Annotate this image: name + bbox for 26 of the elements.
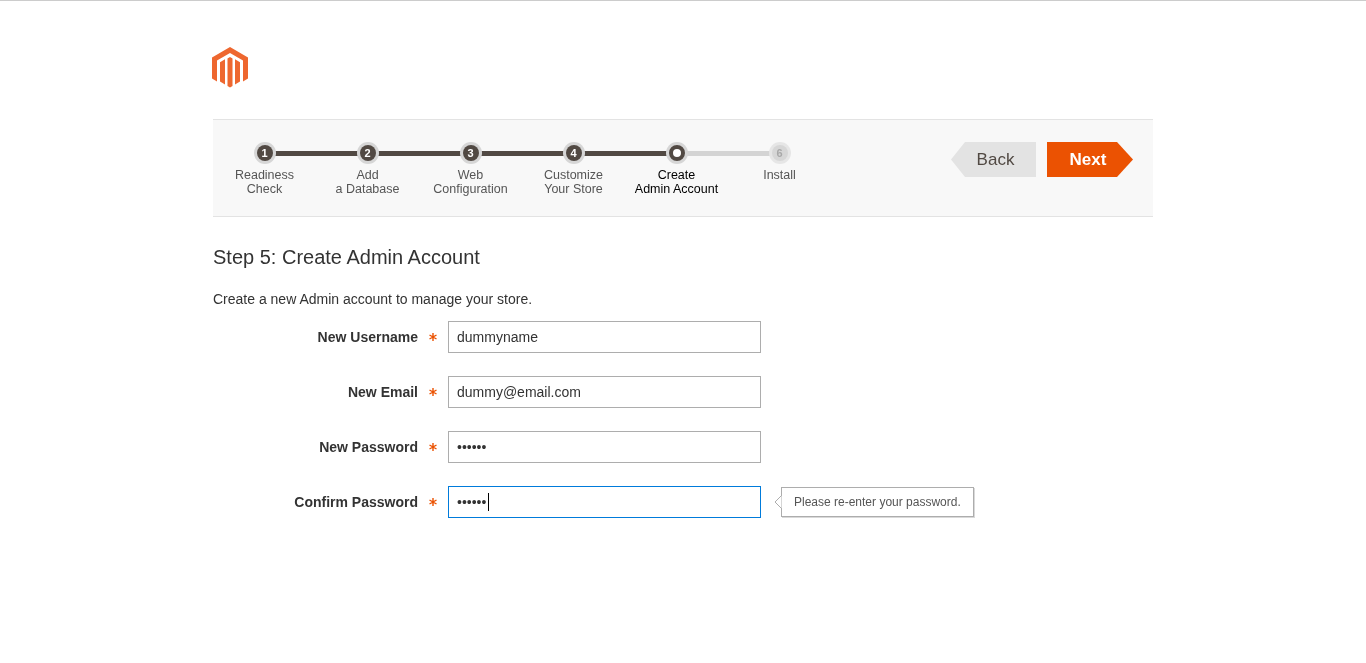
- logo-icon: [212, 47, 248, 89]
- step-label: Readiness Check: [234, 168, 295, 196]
- back-button[interactable]: Back: [951, 142, 1036, 177]
- text-caret: [488, 493, 489, 511]
- step-indicator: 3: [462, 145, 479, 161]
- step-label: Create Admin Account: [634, 168, 719, 196]
- step-indicator: 1: [256, 145, 273, 161]
- step-indicator: 2: [359, 145, 376, 161]
- step-label: Add a Database: [335, 168, 400, 196]
- input-field[interactable]: dummyname: [448, 321, 761, 353]
- step-label: Web Configuration: [433, 168, 508, 196]
- step-indicator: 4: [565, 145, 582, 161]
- tooltip-pointer: [774, 495, 782, 509]
- input-field[interactable]: dummy@email.com: [448, 376, 761, 408]
- tooltip: Please re-enter your password.: [781, 487, 974, 517]
- step-label: Customize Your Store: [543, 168, 603, 196]
- field-label: New Email: [346, 384, 418, 400]
- step-label: Install: [763, 168, 796, 182]
- input-field[interactable]: ••••••: [448, 431, 761, 463]
- step-description: Create a new Admin account to manage your store.: [213, 291, 534, 307]
- field-label: New Password: [318, 439, 418, 455]
- step-heading: Step 5: Create Admin Account: [213, 246, 481, 269]
- input-field[interactable]: ••••••: [448, 486, 761, 518]
- field-label: Confirm Password: [293, 494, 418, 510]
- next-button[interactable]: Next: [1047, 142, 1133, 177]
- field-label: New Username: [316, 329, 418, 345]
